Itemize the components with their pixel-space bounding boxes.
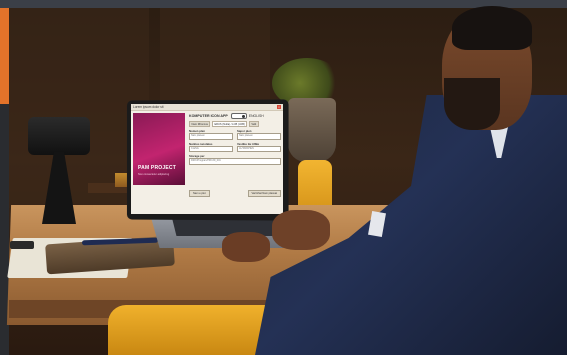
text-field[interactable]: C-ENG xyxy=(189,145,233,152)
filter-chip[interactable]: ERUS (Nulla) / LCB (I-DB) xyxy=(211,121,248,127)
app-form: KOMPUTER ICON APP ENGLISH Nam Rhoncus ER… xyxy=(189,113,281,165)
primary-button[interactable]: Varinthat Nam placeat xyxy=(247,190,281,197)
left-hand xyxy=(222,232,270,262)
field-group: Nomen plen Nam placeat xyxy=(189,129,233,140)
man-beard xyxy=(444,78,500,130)
storage-path-field[interactable]: DR/C/Program/PROJD_001 xyxy=(189,158,281,165)
filter-chip[interactable]: Velit xyxy=(248,121,259,127)
right-hand xyxy=(272,210,330,250)
lamp-shade xyxy=(28,117,90,155)
wall-panel xyxy=(160,8,270,108)
field-group: Vestibu ita I-DBe AUTARCHEN xyxy=(237,142,281,152)
phone xyxy=(10,241,34,249)
button-row: Nam e plet Varinthat Nam placeat xyxy=(189,190,281,197)
brand-tagline: Non consectetur adipiscing xyxy=(138,173,170,176)
laptop-app-window: Lorem ipsum dolor sit × PAM PROJECT Non … xyxy=(131,104,283,214)
field-group: Sapor plen Nam placeat xyxy=(237,129,281,140)
field-group: Nuntius iucolatus C-ENG xyxy=(189,142,233,152)
man-hair xyxy=(452,6,532,50)
text-field[interactable]: Nam placeat xyxy=(237,133,281,140)
app-window-title: Lorem ipsum dolor sit xyxy=(133,105,164,109)
storage-group: Storage per DR/C/Program/PROJD_001 xyxy=(189,154,281,165)
filter-chip[interactable]: Nam Rhoncus xyxy=(189,121,211,127)
filter-row: Nam Rhoncus ERUS (Nulla) / LCB (I-DB) Ve… xyxy=(189,121,281,127)
plant-pot xyxy=(288,98,336,162)
accent-strip xyxy=(0,8,9,104)
text-field[interactable]: AUTARCHEN xyxy=(237,145,281,152)
text-field[interactable]: Nam placeat xyxy=(189,133,233,140)
fields-grid: Nomen plen Nam placeat Sapor plen Nam pl… xyxy=(189,129,281,165)
toggle-switch[interactable] xyxy=(230,113,247,119)
app-titlebar: Lorem ipsum dolor sit × xyxy=(131,104,283,111)
close-icon[interactable]: × xyxy=(277,105,281,109)
brand-name: PAM PROJECT xyxy=(138,165,176,171)
laptop-keyboard xyxy=(172,218,284,236)
app-heading: KOMPUTER ICON APP xyxy=(189,114,228,118)
secondary-button[interactable]: Nam e plet xyxy=(189,190,210,197)
language-label[interactable]: ENGLISH xyxy=(249,114,264,118)
photo-scene: Lorem ipsum dolor sit × PAM PROJECT Non … xyxy=(0,0,567,355)
brand-panel: PAM PROJECT Non consectetur adipiscing xyxy=(133,113,185,185)
header-row: KOMPUTER ICON APP ENGLISH xyxy=(189,113,281,119)
